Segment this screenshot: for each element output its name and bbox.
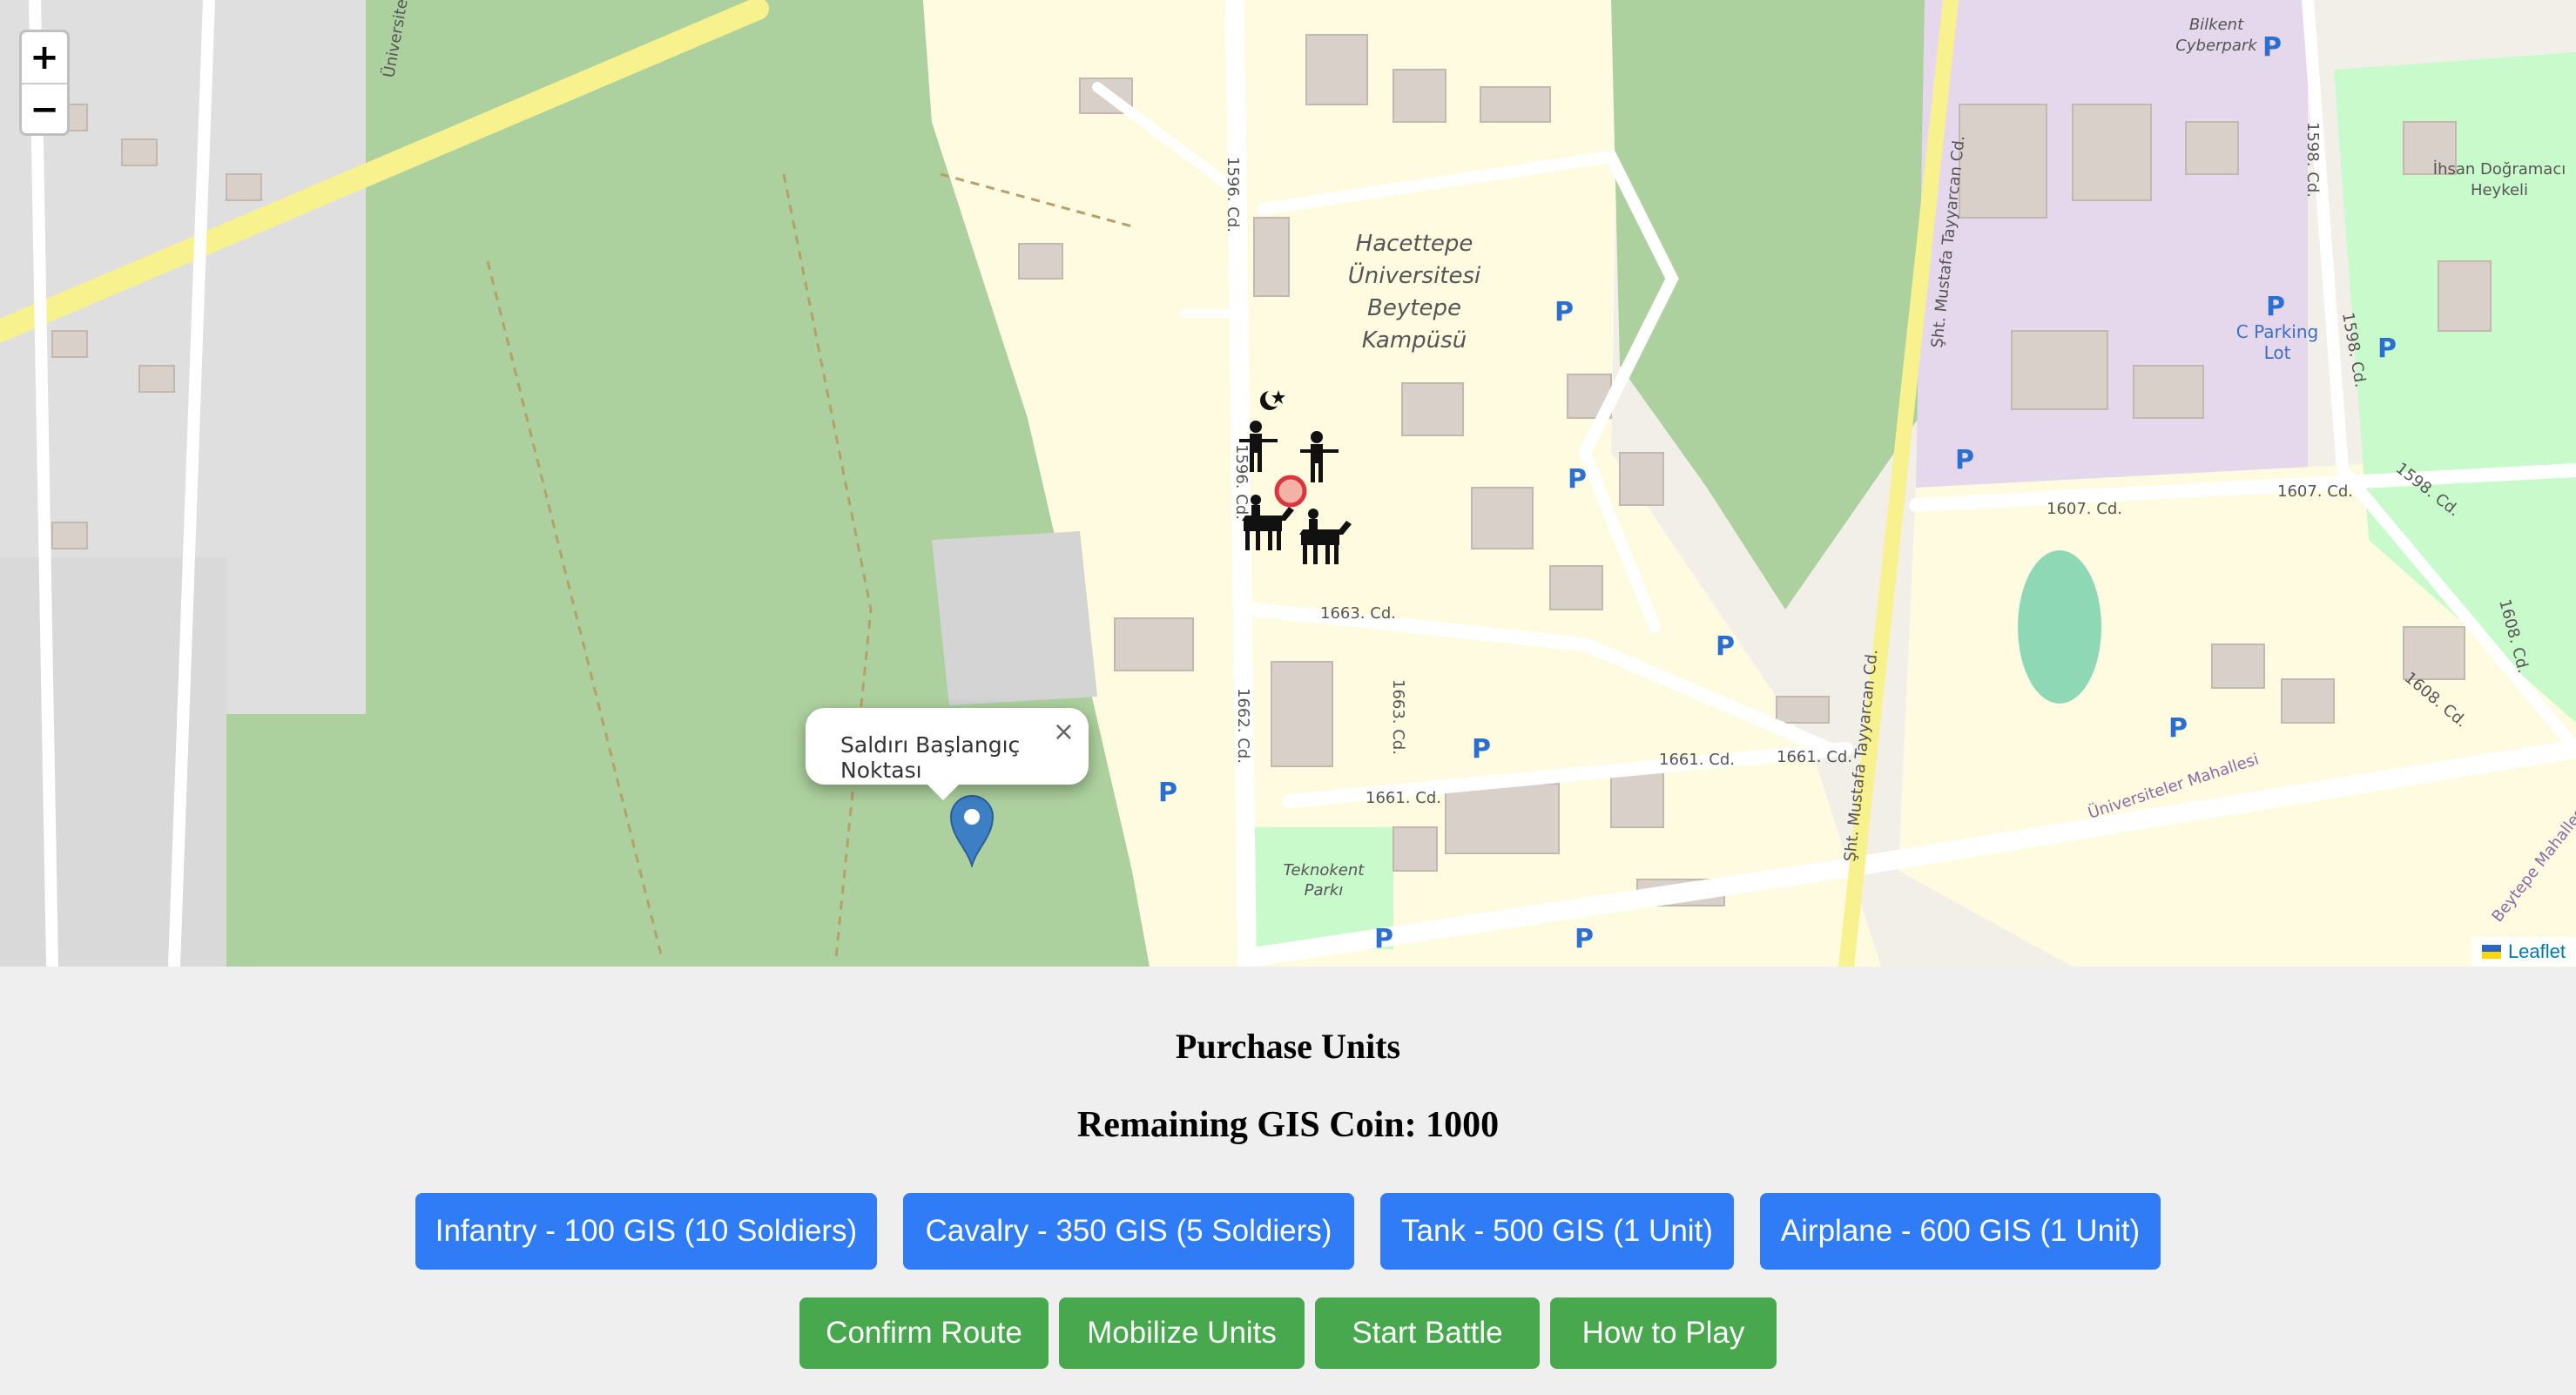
building bbox=[1271, 661, 1333, 767]
street-label: 1662. Cd. bbox=[1234, 688, 1252, 764]
parking-lot-label: C Parking bbox=[2236, 321, 2318, 342]
building bbox=[2133, 365, 2204, 419]
street-label: 1607. Cd. bbox=[2277, 482, 2353, 501]
building bbox=[1401, 382, 1464, 436]
ukraine-flag-icon bbox=[2481, 945, 2501, 959]
popup-close-button[interactable]: × bbox=[1053, 717, 1075, 747]
bilkent-label: Cyberpark bbox=[2175, 37, 2258, 55]
parking-lot-label: Lot bbox=[2264, 342, 2291, 363]
street-label: 1663. Cd. bbox=[1320, 604, 1396, 623]
commercial-area bbox=[1916, 0, 2308, 488]
campus-label: Kampüsü bbox=[1362, 327, 1467, 354]
building bbox=[1480, 86, 1551, 123]
attribution: Leaflet bbox=[2471, 937, 2576, 967]
parking-icon: P bbox=[1568, 464, 1587, 495]
field-area bbox=[932, 531, 1097, 705]
bilkent-label: Bilkent bbox=[2189, 16, 2244, 34]
building bbox=[2438, 260, 2492, 332]
zoom-in-button[interactable]: + bbox=[22, 32, 67, 84]
panel-title: Purchase Units bbox=[1175, 1027, 1401, 1066]
parking-icon: P bbox=[1575, 924, 1594, 954]
building bbox=[2185, 121, 2239, 175]
building bbox=[138, 365, 175, 393]
teknokent-label: Parkı bbox=[1305, 881, 1344, 900]
teknokent-label: Teknokent bbox=[1284, 861, 1366, 879]
zoom-control: + − bbox=[19, 30, 70, 136]
statue-label: Heykeli bbox=[2471, 181, 2528, 199]
mosque-icon bbox=[1260, 389, 1285, 410]
parking-icon: P bbox=[1716, 631, 1735, 662]
popup-tip bbox=[926, 783, 961, 800]
building bbox=[1445, 783, 1560, 854]
building bbox=[2072, 104, 2152, 201]
building bbox=[2281, 678, 2335, 724]
parking-icon: P bbox=[1955, 445, 1974, 475]
parking-icon: P bbox=[2377, 334, 2397, 364]
building bbox=[1253, 217, 1290, 297]
street-label: 1663. Cd. bbox=[1389, 679, 1407, 755]
building bbox=[1549, 565, 1603, 610]
purchase-panel: Purchase Units Remaining GIS Coin: 1000 … bbox=[0, 967, 2576, 1395]
tank-purchase-button[interactable]: Tank - 500 GIS (1 Unit) bbox=[1380, 1193, 1734, 1270]
map-pin-icon[interactable] bbox=[949, 792, 995, 867]
street-label: 1598. Cd. bbox=[2303, 122, 2322, 198]
parking-icon: P bbox=[1158, 778, 1177, 808]
street-label: 1661. Cd. bbox=[1659, 751, 1735, 769]
building bbox=[1393, 826, 1438, 872]
building bbox=[2011, 330, 2108, 410]
building bbox=[1305, 34, 1368, 105]
popup-text: Saldırı Başlangıç Noktası bbox=[840, 732, 1021, 783]
building bbox=[226, 173, 262, 201]
infantry-purchase-button[interactable]: Infantry - 100 GIS (10 Soldiers) bbox=[415, 1193, 877, 1270]
start-battle-button[interactable]: Start Battle bbox=[1315, 1297, 1540, 1369]
campus-label: Beytepe bbox=[1367, 295, 1461, 321]
airplane-purchase-button[interactable]: Airplane - 600 GIS (1 Unit) bbox=[1760, 1193, 2161, 1270]
building bbox=[1959, 104, 2047, 219]
track bbox=[2018, 550, 2101, 704]
building bbox=[1776, 696, 1830, 724]
building bbox=[121, 138, 158, 166]
building bbox=[1619, 452, 1664, 506]
map-view[interactable]: Hacettepe Üniversitesi Beytepe Kampüsü B… bbox=[0, 0, 2576, 967]
campus-label: Hacettepe bbox=[1356, 231, 1473, 257]
parking-icon: P bbox=[2266, 292, 2285, 322]
street-label: 1607. Cd. bbox=[2047, 500, 2122, 518]
leaflet-link[interactable]: Leaflet bbox=[2508, 940, 2566, 963]
parking-icon: P bbox=[1554, 297, 1574, 327]
coin-balance: Remaining GIS Coin: 1000 bbox=[1076, 1105, 1500, 1145]
building bbox=[51, 330, 88, 358]
how-to-play-button[interactable]: How to Play bbox=[1550, 1297, 1777, 1369]
building bbox=[1114, 617, 1194, 671]
zoom-out-button[interactable]: − bbox=[22, 84, 67, 133]
parking-icon: P bbox=[1374, 924, 1393, 954]
mobilize-units-button[interactable]: Mobilize Units bbox=[1059, 1297, 1305, 1369]
attack-start-popup: Saldırı Başlangıç Noktası × bbox=[806, 708, 1089, 800]
building bbox=[1018, 243, 1063, 280]
building bbox=[51, 522, 88, 549]
street-label: 1596. Cd. bbox=[1224, 157, 1242, 232]
infantry-icon[interactable] bbox=[1235, 420, 1280, 475]
building bbox=[1393, 69, 1446, 123]
street-label: 1661. Cd. bbox=[1366, 789, 1441, 807]
cavalry-icon[interactable] bbox=[1294, 509, 1355, 566]
building bbox=[2211, 644, 2265, 689]
target-circle-icon[interactable] bbox=[1271, 472, 1310, 510]
statue-label: İhsan Doğramacı bbox=[2433, 160, 2566, 179]
parking-icon: P bbox=[2262, 32, 2282, 63]
cavalry-purchase-button[interactable]: Cavalry - 350 GIS (5 Soldiers) bbox=[903, 1193, 1354, 1270]
building bbox=[1471, 487, 1534, 549]
campus-label: Üniversitesi bbox=[1348, 261, 1481, 289]
parking-icon: P bbox=[2168, 713, 2188, 744]
confirm-route-button[interactable]: Confirm Route bbox=[799, 1297, 1049, 1369]
parking-icon: P bbox=[1472, 734, 1491, 765]
street-label: 1661. Cd. bbox=[1777, 748, 1852, 766]
